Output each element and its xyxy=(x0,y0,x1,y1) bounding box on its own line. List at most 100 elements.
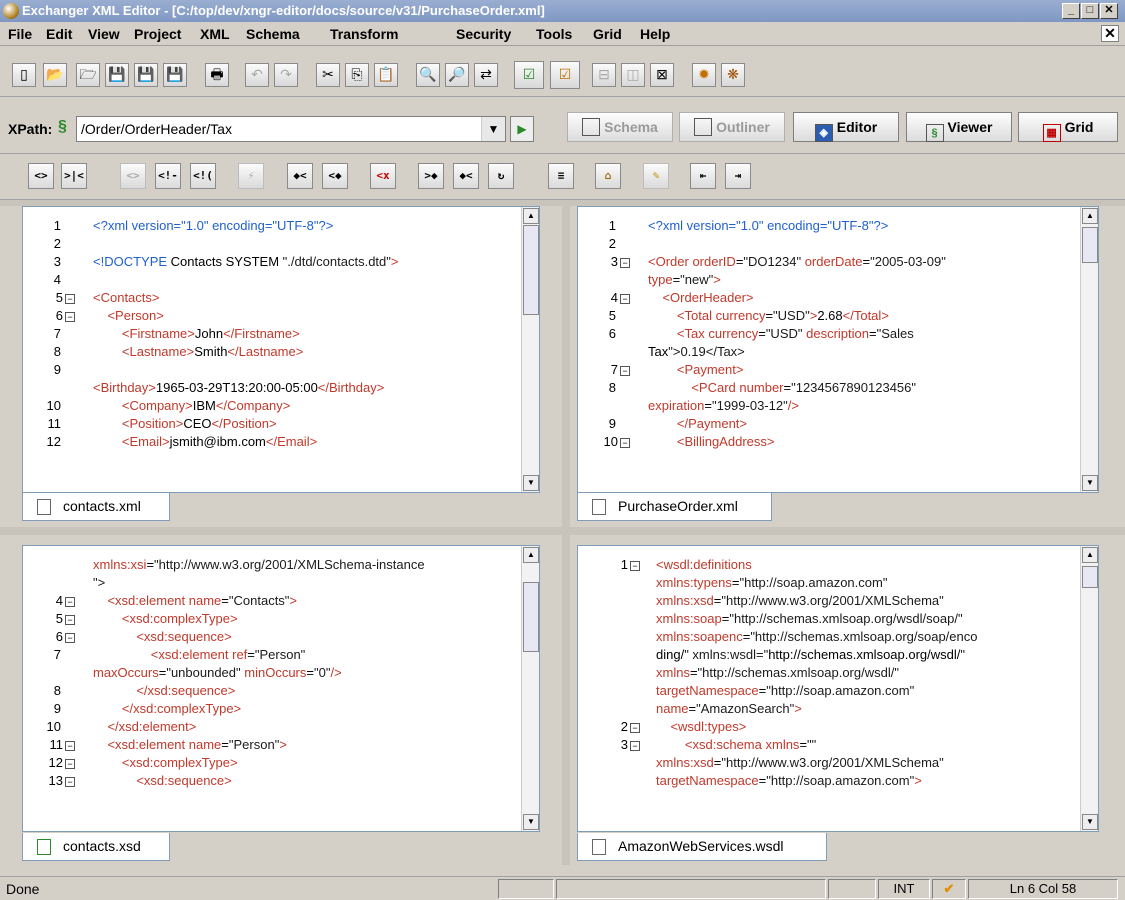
code-line[interactable]: xmlns:soap="http://schemas.xmlsoap.org/w… xyxy=(656,610,963,628)
code-line[interactable]: <xsd:complexType> xyxy=(93,754,238,772)
code-area[interactable]: <?xml version="1.0" encoding="UTF-8"?> <O… xyxy=(644,207,1078,492)
code-line[interactable]: xmlns:xsd="http://www.w3.org/2001/XMLSch… xyxy=(656,592,944,610)
code-area[interactable]: <wsdl:definitions xmlns:typens="http://so… xyxy=(652,546,1078,831)
menu-tools[interactable]: Tools xyxy=(536,26,572,42)
pencil-icon[interactable]: ✎ xyxy=(643,163,669,189)
code-line[interactable]: <xsd:sequence> xyxy=(93,772,231,790)
code-line[interactable]: <PCard number="1234567890123456" xyxy=(648,379,916,397)
indent-icon[interactable]: ⇥ xyxy=(725,163,751,189)
fold-toggle-icon[interactable]: − xyxy=(630,723,640,733)
code-line[interactable]: type="new"> xyxy=(648,271,721,289)
menu-transform[interactable]: Transform xyxy=(330,26,398,42)
code-line[interactable]: <Birthday>1965-03-29T13:20:00-05:00</Bir… xyxy=(93,379,384,397)
menu-security[interactable]: Security xyxy=(456,26,511,42)
code-line[interactable]: name="AmazonSearch"> xyxy=(656,700,802,718)
select-content-icon[interactable]: <◆ xyxy=(322,163,348,189)
editor-pane-contacts-xsd[interactable]: 4−5−6−7 8 9 10 11−12−13− xmlns:xsi="http://w… xyxy=(22,545,540,832)
code-line[interactable]: <wsdl:types> xyxy=(656,718,746,736)
format-icon[interactable]: ≡ xyxy=(548,163,574,189)
code-line[interactable]: <Firstname>John</Firstname> xyxy=(93,325,300,343)
cdata-icon[interactable]: <!( xyxy=(190,163,216,189)
menu-grid[interactable]: Grid xyxy=(593,26,622,42)
code-line[interactable]: </xsd:sequence> xyxy=(93,682,235,700)
scroll-down-icon[interactable]: ▼ xyxy=(523,475,539,491)
editor-pane-amazonwebservices-wsdl[interactable]: 1− 2−3− <wsdl:definitions xmlns:typens="ht… xyxy=(577,545,1099,832)
fold-toggle-icon[interactable]: − xyxy=(65,615,75,625)
unsplit-icon[interactable]: ⊠ xyxy=(650,63,674,87)
save-as-icon[interactable]: 💾 xyxy=(134,63,158,87)
scroll-down-icon[interactable]: ▼ xyxy=(1082,814,1098,830)
find-next-icon[interactable]: 🔎 xyxy=(445,63,469,87)
code-line[interactable]: <Payment> xyxy=(648,361,744,379)
print-icon[interactable]: 🖶 xyxy=(205,63,229,87)
fold-toggle-icon[interactable]: − xyxy=(65,294,75,304)
code-line[interactable]: <xsd:complexType> xyxy=(93,610,238,628)
well-formed-icon[interactable]: ☑ xyxy=(550,61,580,89)
fold-toggle-icon[interactable]: − xyxy=(630,741,640,751)
code-line[interactable]: <Lastname>Smith</Lastname> xyxy=(93,343,303,361)
code-line[interactable]: expiration="1999-03-12"/> xyxy=(648,397,799,415)
goto-start-tag-icon[interactable]: >◆ xyxy=(418,163,444,189)
scroll-up-icon[interactable]: ▲ xyxy=(523,208,539,224)
code-line[interactable]: <Position>CEO</Position> xyxy=(93,415,277,433)
undo-icon[interactable]: ↶ xyxy=(245,63,269,87)
code-line[interactable]: xmlns:typens="http://soap.amazon.com" xyxy=(656,574,887,592)
code-line[interactable]: maxOccurs="unbounded" minOccurs="0"/> xyxy=(93,664,342,682)
code-line[interactable]: <xsd:element name="Contacts"> xyxy=(93,592,297,610)
code-line[interactable]: targetNamespace="http://soap.amazon.com"… xyxy=(656,772,922,790)
editor-pane-contacts-xml[interactable]: 1 2 3 4 5−6−7 8 9 10 11 12 <?xml version="1.0" en… xyxy=(22,206,540,493)
code-line[interactable]: xmlns:xsd="http://www.w3.org/2001/XMLSch… xyxy=(656,754,944,772)
menu-view[interactable]: View xyxy=(88,26,120,42)
empty-tag-icon[interactable]: <> xyxy=(120,163,146,189)
fold-toggle-icon[interactable]: − xyxy=(65,741,75,751)
vertical-scrollbar[interactable]: ▲ ▼ xyxy=(1080,207,1098,492)
code-area[interactable]: xmlns:xsi="http://www.w3.org/2001/XMLSch… xyxy=(89,546,519,831)
fold-toggle-icon[interactable]: − xyxy=(620,366,630,376)
save-icon[interactable]: 💾 xyxy=(105,63,129,87)
fold-toggle-icon[interactable]: − xyxy=(65,597,75,607)
editor-pane-purchaseorder-xml[interactable]: 1 2 3− 4−5 6 7−8 9 10− <?xml version="1.0" enco… xyxy=(577,206,1099,493)
validate-icon[interactable]: ☑ xyxy=(514,61,544,89)
tab-contacts-xml[interactable]: contacts.xml xyxy=(22,493,170,521)
save-all-icon[interactable]: 💾 xyxy=(163,63,187,87)
menu-help[interactable]: Help xyxy=(640,26,670,42)
scroll-up-icon[interactable]: ▲ xyxy=(1082,208,1098,224)
code-line[interactable]: <wsdl:definitions xyxy=(656,556,752,574)
menu-schema[interactable]: Schema xyxy=(246,26,300,42)
pane-divider-horizontal[interactable] xyxy=(0,527,1125,535)
code-line[interactable]: <!DOCTYPE Contacts SYSTEM "./dtd/contact… xyxy=(93,253,398,271)
lock-icon[interactable]: ⌂ xyxy=(595,163,621,189)
code-line[interactable]: Tax">0.19</Tax> xyxy=(648,343,745,361)
scroll-thumb[interactable] xyxy=(1082,566,1098,588)
code-line[interactable]: xmlns:soapenc="http://schemas.xmlsoap.or… xyxy=(656,628,978,646)
code-line[interactable]: xmlns:xsi="http://www.w3.org/2001/XMLSch… xyxy=(93,556,425,574)
refresh-icon[interactable]: ↻ xyxy=(488,163,514,189)
tag-icon[interactable]: <> xyxy=(28,163,54,189)
code-line[interactable]: </xsd:complexType> xyxy=(93,700,241,718)
menu-project[interactable]: Project xyxy=(134,26,181,42)
replace-icon[interactable]: ⇄ xyxy=(474,63,498,87)
schema-view-button[interactable]: Schema xyxy=(567,112,673,142)
fold-toggle-icon[interactable]: − xyxy=(630,561,640,571)
code-line[interactable]: targetNamespace="http://soap.amazon.com" xyxy=(656,682,914,700)
code-line[interactable]: <xsd:element ref="Person" xyxy=(93,646,306,664)
code-line[interactable]: <xsd:schema xmlns="" xyxy=(656,736,816,754)
menu-xml[interactable]: XML xyxy=(200,26,230,42)
outliner-view-button[interactable]: Outliner xyxy=(679,112,785,142)
xpath-go-button[interactable]: ▶ xyxy=(510,116,534,142)
code-line[interactable]: "> xyxy=(93,574,105,592)
plugin-icon[interactable]: ❋ xyxy=(721,63,745,87)
tab-amazonwebservices-wsdl[interactable]: AmazonWebServices.wsdl xyxy=(577,833,827,861)
code-line[interactable]: <Total currency="USD">2.68</Total> xyxy=(648,307,889,325)
scroll-up-icon[interactable]: ▲ xyxy=(1082,547,1098,563)
lightning-icon[interactable]: ⚡ xyxy=(238,163,264,189)
redo-icon[interactable]: ↷ xyxy=(274,63,298,87)
maximize-button[interactable]: □ xyxy=(1081,3,1099,19)
scroll-thumb[interactable] xyxy=(523,225,539,315)
vertical-scrollbar[interactable]: ▲ ▼ xyxy=(521,207,539,492)
settings-icon[interactable]: ✹ xyxy=(692,63,716,87)
fold-toggle-icon[interactable]: − xyxy=(620,258,630,268)
split-vertical-icon[interactable]: ◫ xyxy=(621,63,645,87)
comment-icon[interactable]: <!- xyxy=(155,163,181,189)
code-line[interactable]: <xsd:sequence> xyxy=(93,628,231,646)
